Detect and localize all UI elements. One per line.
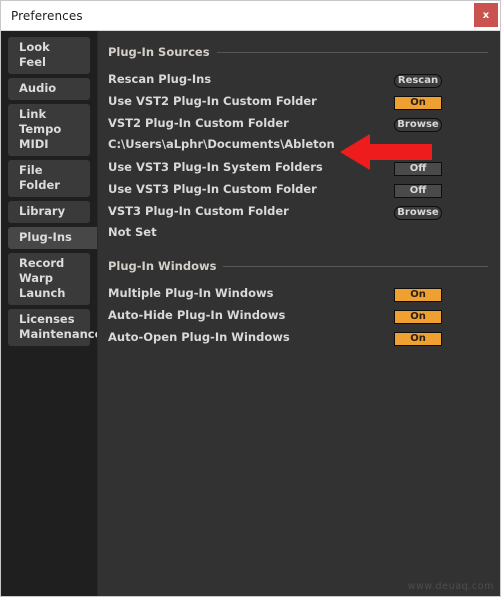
toggle-button[interactable]: On [394, 309, 442, 324]
sidebar-item-audio[interactable]: Audio [8, 78, 90, 100]
setting-control-slot: Browse [394, 202, 442, 220]
setting-row: VST3 Plug-In Custom Folder Browse [108, 201, 488, 221]
sidebar-item-label: File [19, 163, 43, 177]
setting-control-slot: On [394, 306, 442, 324]
sidebar-item-record-warp-launch[interactable]: Record Warp Launch [8, 253, 90, 305]
setting-label: Use VST2 Plug-In Custom Folder [108, 94, 317, 108]
setting-control-slot: On [394, 328, 442, 346]
rescan-button[interactable]: Rescan [394, 73, 442, 88]
sidebar-item-label: Folder [19, 178, 60, 192]
setting-row: Multiple Plug-In Windows On [108, 283, 488, 303]
setting-label: VST3 Plug-In Custom Folder [108, 204, 289, 218]
sidebar: Look Feel Audio Link Tempo MIDI File Folder Libr… [1, 31, 103, 596]
window-title: Preferences [11, 8, 83, 23]
setting-row: Use VST2 Plug-In Custom Folder On [108, 91, 488, 111]
sidebar-item-file-folder[interactable]: File Folder [8, 160, 90, 197]
folder-path-value: C:\Users\aLphr\Documents\Ableton [108, 137, 335, 151]
sidebar-item-label: Record [19, 256, 65, 270]
sidebar-item-label: Library [19, 204, 66, 218]
setting-label: Use VST3 Plug-In System Folders [108, 160, 323, 174]
sidebar-item-label: MIDI [19, 137, 49, 151]
setting-row: Auto-Hide Plug-In Windows On [108, 305, 488, 325]
setting-control-slot: On [394, 284, 442, 302]
section-header: Plug-In Sources [108, 45, 488, 59]
sidebar-item-label: Look [19, 40, 50, 54]
toggle-button[interactable]: Off [394, 183, 442, 198]
setting-label: VST2 Plug-In Custom Folder [108, 116, 289, 130]
sidebar-item-label: Licenses [19, 312, 75, 326]
sidebar-item-plug-ins[interactable]: Plug-Ins [8, 227, 97, 249]
browse-button[interactable]: Browse [394, 117, 442, 132]
setting-control-slot: On [394, 92, 442, 110]
section-title: Plug-In Windows [108, 259, 217, 273]
folder-path-row: Not Set [108, 223, 488, 241]
setting-control-slot: Rescan [394, 70, 442, 88]
setting-row: VST2 Plug-In Custom Folder Browse [108, 113, 488, 133]
watermark: www.deuaq.com [407, 581, 494, 592]
close-button[interactable]: x [474, 3, 498, 27]
sidebar-item-label: Warp [19, 271, 53, 285]
preferences-content: Plug-In Sources Rescan Plug-Ins Rescan Use … [97, 31, 500, 596]
section-title: Plug-In Sources [108, 45, 210, 59]
setting-label: Use VST3 Plug-In Custom Folder [108, 182, 317, 196]
setting-control-slot: Browse [394, 114, 442, 132]
setting-label: Rescan Plug-Ins [108, 72, 212, 86]
section-divider [223, 265, 488, 267]
toggle-button[interactable]: On [394, 287, 442, 302]
setting-row: Rescan Plug-Ins Rescan [108, 69, 488, 89]
sidebar-item-look-feel[interactable]: Look Feel [8, 37, 90, 74]
section-header: Plug-In Windows [108, 259, 488, 273]
section-divider [216, 51, 488, 53]
setting-control-slot: Off [394, 180, 442, 198]
setting-row: Auto-Open Plug-In Windows On [108, 327, 488, 347]
sidebar-item-label: Maintenance [19, 327, 103, 341]
folder-path-row: C:\Users\aLphr\Documents\Ableton [108, 135, 488, 153]
preferences-window: Preferences x Look Feel Audio Link Tempo MIDI… [0, 0, 501, 597]
toggle-button[interactable]: On [394, 95, 442, 110]
sidebar-item-label: Audio [19, 81, 57, 95]
setting-row: Use VST3 Plug-In Custom Folder Off [108, 179, 488, 199]
sidebar-item-link-tempo-midi[interactable]: Link Tempo MIDI [8, 104, 90, 156]
sidebar-item-label: Feel [19, 55, 46, 69]
sidebar-item-label: Plug-Ins [19, 230, 72, 244]
toggle-button[interactable]: On [394, 331, 442, 346]
setting-control-slot: Off [394, 158, 442, 176]
sidebar-item-library[interactable]: Library [8, 201, 90, 223]
browse-button[interactable]: Browse [394, 205, 442, 220]
setting-row: Use VST3 Plug-In System Folders Off [108, 157, 488, 177]
setting-label: Auto-Hide Plug-In Windows [108, 308, 286, 322]
setting-label: Auto-Open Plug-In Windows [108, 330, 290, 344]
titlebar: Preferences x [1, 1, 500, 31]
setting-label: Multiple Plug-In Windows [108, 286, 274, 300]
sidebar-item-licenses-maintenance[interactable]: Licenses Maintenance [8, 309, 103, 346]
sidebar-item-label: Link [19, 107, 47, 121]
toggle-button[interactable]: Off [394, 161, 442, 176]
sidebar-item-label: Launch [19, 286, 66, 300]
sidebar-item-label: Tempo [19, 122, 62, 136]
window-body: Look Feel Audio Link Tempo MIDI File Folder Libr… [1, 31, 500, 596]
folder-path-value: Not Set [108, 225, 157, 239]
